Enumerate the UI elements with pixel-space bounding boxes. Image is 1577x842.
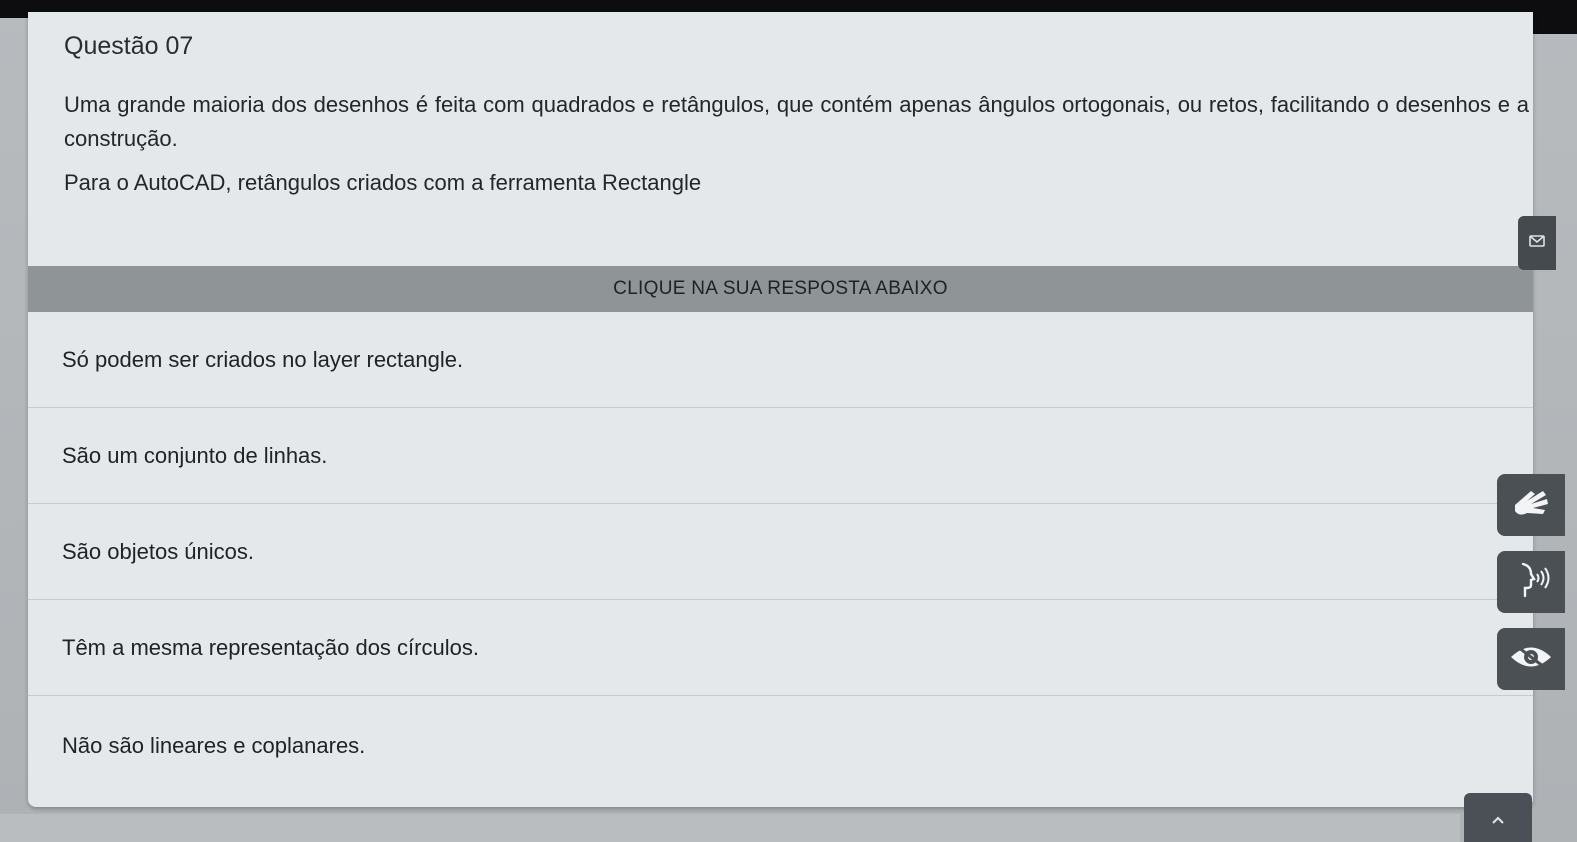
question-paragraph-2: Para o AutoCAD, retângulos criados com a… bbox=[64, 170, 702, 195]
question-paragraph-1: Uma grande maioria dos desenhos é feita … bbox=[64, 92, 1529, 151]
eye-icon bbox=[1508, 640, 1554, 679]
answer-option-a[interactable]: Só podem ser criados no layer rectangle. bbox=[28, 312, 1533, 408]
answer-banner-label: CLIQUE NA SUA RESPOSTA ABAIXO bbox=[613, 278, 948, 299]
bottom-strip bbox=[0, 814, 1460, 842]
scroll-top-button[interactable] bbox=[1464, 793, 1532, 842]
vision-button[interactable] bbox=[1497, 628, 1565, 690]
answer-banner: CLIQUE NA SUA RESPOSTA ABAIXO bbox=[28, 266, 1533, 312]
answer-option-b[interactable]: São um conjunto de linhas. bbox=[28, 408, 1533, 504]
question-card: Questão 07 Uma grande maioria dos desenh… bbox=[28, 12, 1533, 807]
chevron-up-icon bbox=[1491, 805, 1505, 831]
answer-option-text: São objetos únicos. bbox=[62, 538, 255, 564]
answer-option-text: São um conjunto de linhas. bbox=[62, 442, 328, 468]
sign-language-icon bbox=[1509, 483, 1553, 528]
question-title: Questão 07 bbox=[64, 32, 194, 60]
answer-option-d[interactable]: Têm a mesma representação dos círculos. bbox=[28, 600, 1533, 696]
answer-option-text: Não são lineares e coplanares. bbox=[62, 733, 366, 758]
screen: Questão 07 Uma grande maioria dos desenh… bbox=[0, 0, 1577, 842]
side-tab-button[interactable] bbox=[1518, 216, 1556, 270]
answer-option-e[interactable]: Não são lineares e coplanares. bbox=[28, 696, 1533, 796]
libras-button[interactable] bbox=[1497, 474, 1565, 536]
audio-button[interactable] bbox=[1497, 551, 1565, 613]
speaking-head-icon bbox=[1509, 558, 1553, 607]
question-statement: Uma grande maioria dos desenhos é feita … bbox=[64, 88, 1529, 210]
envelope-icon bbox=[1529, 234, 1545, 252]
answer-option-c[interactable]: São objetos únicos. bbox=[28, 504, 1533, 600]
answer-option-text: Só podem ser criados no layer rectangle. bbox=[62, 346, 464, 372]
answer-option-text: Têm a mesma representação dos círculos. bbox=[62, 634, 479, 660]
answer-options: Só podem ser criados no layer rectangle.… bbox=[28, 312, 1533, 796]
